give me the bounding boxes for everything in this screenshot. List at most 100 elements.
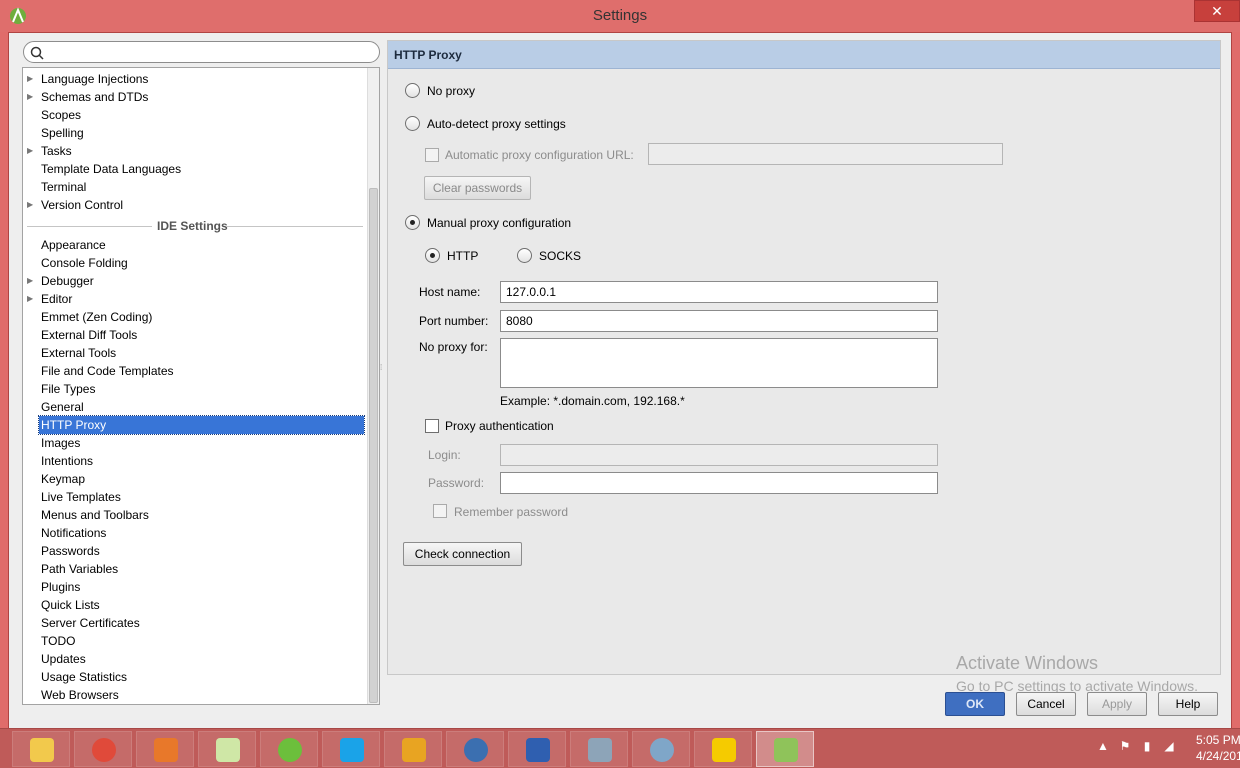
proxy-authentication-label: Proxy authentication (445, 419, 554, 433)
tree-item-language-injections[interactable]: Language Injections (39, 70, 150, 88)
auto-detect-radio[interactable] (405, 116, 420, 131)
tree-item-web-browsers[interactable]: Web Browsers (39, 686, 121, 704)
expand-arrow-icon[interactable]: ▶ (27, 88, 35, 106)
network-icon[interactable]: ◢ (1162, 739, 1176, 753)
taskbar-button-sticky-notes[interactable] (198, 731, 256, 767)
panel-title: HTTP Proxy (394, 48, 462, 62)
taskbar-button-file-explorer[interactable] (12, 731, 70, 767)
ok-button[interactable]: OK (945, 692, 1005, 716)
help-button[interactable]: Help (1158, 692, 1218, 716)
tree-item-general[interactable]: General (39, 398, 86, 416)
tree-item-external-tools[interactable]: External Tools (39, 344, 118, 362)
taskbar-button-paint[interactable] (632, 731, 690, 767)
expand-arrow-icon[interactable]: ▶ (27, 290, 35, 308)
taskbar-button-utorrent[interactable] (260, 731, 318, 767)
expand-arrow-icon[interactable]: ▶ (27, 196, 35, 214)
settings-search-input[interactable] (23, 41, 380, 63)
tree-item-path-variables[interactable]: Path Variables (39, 560, 120, 578)
tree-item-template-data-languages[interactable]: Template Data Languages (39, 160, 183, 178)
tree-scrollbar[interactable] (367, 68, 379, 704)
tree-item-console-folding[interactable]: Console Folding (39, 254, 130, 272)
taskbar-button-chrome[interactable] (74, 731, 132, 767)
action-center-icon[interactable]: ⚑ (1118, 739, 1132, 753)
tree-item-http-proxy[interactable]: HTTP Proxy (38, 415, 365, 435)
tree-item-intentions[interactable]: Intentions (39, 452, 95, 470)
tree-item-spelling[interactable]: Spelling (39, 124, 86, 142)
taskbar-button-codeblocks[interactable] (384, 731, 442, 767)
tree-item-usage-statistics[interactable]: Usage Statistics (39, 668, 129, 686)
tree-item-emmet-zen-coding[interactable]: Emmet (Zen Coding) (39, 308, 154, 326)
remember-password-checkbox[interactable] (433, 504, 447, 518)
pane-splitter[interactable]: ⁞ (380, 363, 386, 377)
tree-item-terminal[interactable]: Terminal (39, 178, 88, 196)
taskbar: ▲ ⚑ ▮ ◢ 5:05 PM 4/24/2015 (0, 728, 1240, 768)
manual-proxy-radio[interactable] (405, 215, 420, 230)
password-input[interactable] (500, 472, 938, 494)
tree-item-debugger[interactable]: Debugger (39, 272, 96, 290)
tree-item-scopes[interactable]: Scopes (39, 106, 83, 124)
tree-scrollbar-thumb[interactable] (369, 188, 378, 703)
taskbar-button-calculator[interactable] (570, 731, 628, 767)
tree-item-plugins[interactable]: Plugins (39, 578, 82, 596)
taskbar-button-mtn[interactable] (694, 731, 752, 767)
tree-item-menus-and-toolbars[interactable]: Menus and Toolbars (39, 506, 151, 524)
expand-arrow-icon[interactable]: ▶ (27, 272, 35, 290)
tree-item-passwords[interactable]: Passwords (39, 542, 102, 560)
tree-item-external-diff-tools[interactable]: External Diff Tools (39, 326, 139, 344)
http-proxy-panel: HTTP Proxy No proxy Auto-detect proxy se… (387, 40, 1221, 675)
manual-proxy-label: Manual proxy configuration (427, 216, 572, 230)
no-proxy-label: No proxy (427, 84, 476, 98)
taskbar-button-android-studio[interactable] (756, 731, 814, 767)
taskbar-button-window-app[interactable] (446, 731, 504, 767)
host-name-label: Host name: (419, 285, 481, 299)
tree-item-notifications[interactable]: Notifications (39, 524, 108, 542)
tree-item-version-control[interactable]: Version Control (39, 196, 125, 214)
settings-tree[interactable]: ▶ Language Injections ▶ Schemas and DTDs Sco… (22, 67, 380, 705)
login-label: Login: (428, 448, 461, 462)
taskbar-button-skype[interactable] (322, 731, 380, 767)
check-connection-button[interactable]: Check connection (403, 542, 522, 566)
tree-item-server-certificates[interactable]: Server Certificates (39, 614, 142, 632)
proxy-authentication-checkbox[interactable] (425, 419, 439, 433)
http-radio[interactable] (425, 248, 440, 263)
no-proxy-for-textarea[interactable] (500, 338, 938, 388)
clear-passwords-button[interactable]: Clear passwords (424, 176, 531, 200)
tree-item-appearance[interactable]: Appearance (39, 236, 108, 254)
tree-item-file-types[interactable]: File Types (39, 380, 97, 398)
close-window-button[interactable]: ✕ (1194, 0, 1240, 22)
auto-config-url-checkbox[interactable] (425, 148, 439, 162)
tree-item-live-templates[interactable]: Live Templates (39, 488, 123, 506)
clock-date[interactable]: 4/24/2015 (1196, 749, 1240, 763)
system-tray: ▲ ⚑ ▮ ◢ (1094, 735, 1184, 763)
show-hidden-icons-icon[interactable]: ▲ (1096, 739, 1110, 753)
tree-item-todo[interactable]: TODO (39, 632, 77, 650)
socks-radio[interactable] (517, 248, 532, 263)
tree-item-images[interactable]: Images (39, 434, 82, 452)
tree-item-keymap[interactable]: Keymap (39, 470, 87, 488)
tree-item-tasks[interactable]: Tasks (39, 142, 74, 160)
taskbar-button-word[interactable] (508, 731, 566, 767)
expand-arrow-icon[interactable]: ▶ (27, 142, 35, 160)
auto-detect-label: Auto-detect proxy settings (427, 117, 566, 131)
mtn-icon (712, 738, 736, 762)
login-input[interactable] (500, 444, 938, 466)
sticky-notes-icon (216, 738, 240, 762)
tree-item-schemas-and-dtds[interactable]: Schemas and DTDs (39, 88, 150, 106)
skype-icon (340, 738, 364, 762)
host-name-input[interactable]: 127.0.0.1 (500, 281, 938, 303)
codeblocks-icon (402, 738, 426, 762)
port-number-input[interactable]: 8080 (500, 310, 938, 332)
auto-config-url-field[interactable] (648, 143, 1003, 165)
title-bar[interactable]: Settings ✕ (0, 0, 1240, 32)
clock-time[interactable]: 5:05 PM (1196, 733, 1240, 747)
battery-icon[interactable]: ▮ (1140, 739, 1154, 753)
tree-item-updates[interactable]: Updates (39, 650, 88, 668)
cancel-button[interactable]: Cancel (1016, 692, 1076, 716)
tree-item-editor[interactable]: Editor (39, 290, 74, 308)
no-proxy-radio[interactable] (405, 83, 420, 98)
taskbar-button-firefox[interactable] (136, 731, 194, 767)
tree-item-file-and-code-templates[interactable]: File and Code Templates (39, 362, 176, 380)
expand-arrow-icon[interactable]: ▶ (27, 70, 35, 88)
apply-button[interactable]: Apply (1087, 692, 1147, 716)
tree-item-quick-lists[interactable]: Quick Lists (39, 596, 102, 614)
